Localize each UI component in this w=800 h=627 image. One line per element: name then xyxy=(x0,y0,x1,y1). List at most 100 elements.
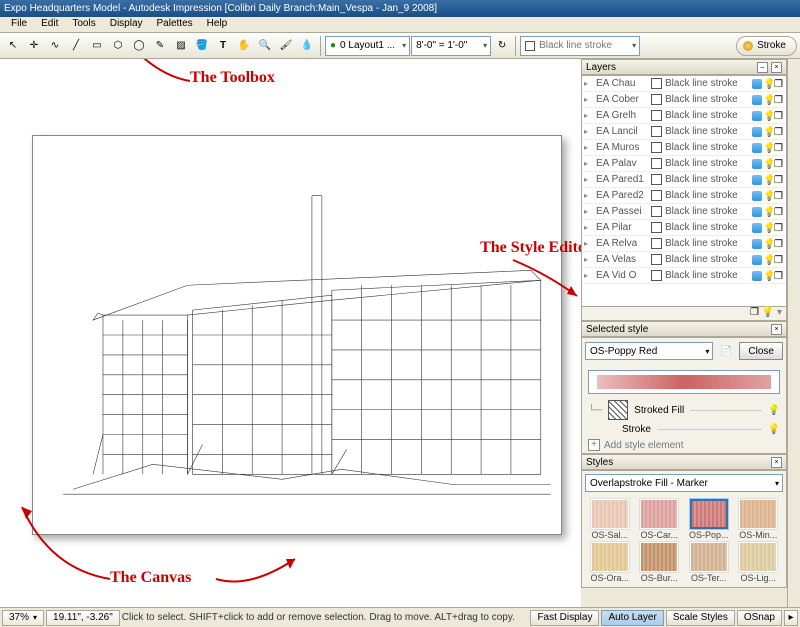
bulb-icon[interactable]: 💡 xyxy=(763,255,773,265)
paint-icon[interactable] xyxy=(752,223,762,233)
add-style-row[interactable]: + Add style element xyxy=(588,439,780,451)
stroked-fill-label[interactable]: Stroked Fill xyxy=(634,405,684,416)
swatch-cell[interactable]: OS-Sal... xyxy=(586,499,634,540)
brush-tool-icon[interactable]: 🖌 xyxy=(276,36,296,56)
layer-swatch-icon[interactable] xyxy=(651,206,662,217)
bulb-icon[interactable]: 💡 xyxy=(763,191,773,201)
hex-tool-icon[interactable]: ⬡ xyxy=(108,36,128,56)
layer-swatch-icon[interactable] xyxy=(651,94,662,105)
swatch-cell[interactable]: OS-Min... xyxy=(735,499,783,540)
scrollbar[interactable] xyxy=(787,59,800,607)
auto-layer-button[interactable]: Auto Layer xyxy=(601,610,663,626)
canvas-area[interactable]: The Toolbox The Style Editor The Canvas xyxy=(0,59,581,607)
layer-swatch-icon[interactable] xyxy=(651,238,662,249)
dup-icon[interactable]: ❐ xyxy=(774,207,784,217)
bulb-icon[interactable]: 💡 xyxy=(763,175,773,185)
dup-icon[interactable]: ❐ xyxy=(774,271,784,281)
bulb-icon[interactable]: 💡 xyxy=(763,95,773,105)
curve-tool-icon[interactable]: ∿ xyxy=(45,36,65,56)
paint-icon[interactable] xyxy=(752,143,762,153)
menu-display[interactable]: Display xyxy=(103,17,150,32)
paint-icon[interactable] xyxy=(752,95,762,105)
bulb-icon[interactable]: 💡 xyxy=(763,271,773,281)
dup-icon[interactable]: ❐ xyxy=(774,79,784,89)
fast-display-button[interactable]: Fast Display xyxy=(530,610,599,626)
dup-icon[interactable]: ❐ xyxy=(774,143,784,153)
style-name-dropdown[interactable]: OS-Poppy Red xyxy=(585,342,713,360)
menu-palettes[interactable]: Palettes xyxy=(150,17,200,32)
bulb-icon[interactable]: 💡 xyxy=(763,127,773,137)
dup-icon[interactable]: ❐ xyxy=(774,239,784,249)
layer-row[interactable]: ▸EA ChauBlack line stroke💡❐ xyxy=(582,76,786,92)
paint-icon[interactable] xyxy=(752,79,762,89)
ellipse-tool-icon[interactable]: ◯ xyxy=(129,36,149,56)
layer-row[interactable]: ▸EA PasseiBlack line stroke💡❐ xyxy=(582,204,786,220)
layer-bulb-icon[interactable]: 💡 xyxy=(762,307,774,318)
selected-style-header[interactable]: Selected style × xyxy=(581,321,787,337)
layers-header[interactable]: Layers –× xyxy=(581,59,787,75)
line-tool-icon[interactable]: ╱ xyxy=(66,36,86,56)
status-more-icon[interactable]: ▸ xyxy=(784,610,798,626)
arrow-tool-icon[interactable]: ↖ xyxy=(3,36,23,56)
layout-dropdown[interactable]: ● 0 Layout1 ... xyxy=(325,36,410,56)
bulb-icon[interactable]: 💡 xyxy=(763,239,773,249)
hand-tool-icon[interactable]: ✋ xyxy=(234,36,254,56)
paint-icon[interactable] xyxy=(752,127,762,137)
layer-row[interactable]: ▸EA VelasBlack line stroke💡❐ xyxy=(582,252,786,268)
bulb-icon[interactable]: 💡 xyxy=(763,79,773,89)
layer-swatch-icon[interactable] xyxy=(651,254,662,265)
stroke-label[interactable]: Stroke xyxy=(622,424,651,435)
scale-dropdown[interactable]: 8'-0" = 1'-0" xyxy=(411,36,491,56)
dup-icon[interactable]: ❐ xyxy=(774,191,784,201)
layer-swatch-icon[interactable] xyxy=(651,126,662,137)
layer-row[interactable]: ▸EA LancilBlack line stroke💡❐ xyxy=(582,124,786,140)
stroke-button[interactable]: Stroke xyxy=(736,36,797,56)
bulb-icon[interactable]: 💡 xyxy=(763,143,773,153)
layer-swatch-icon[interactable] xyxy=(651,142,662,153)
dup-icon[interactable]: ❐ xyxy=(774,159,784,169)
dup-icon[interactable]: ❐ xyxy=(774,127,784,137)
style-category-dropdown[interactable]: Overlapstroke Fill - Marker xyxy=(585,474,783,492)
rect-tool-icon[interactable]: ▭ xyxy=(87,36,107,56)
hatch-tool-icon[interactable]: ▨ xyxy=(171,36,191,56)
dup-icon[interactable]: ❐ xyxy=(774,111,784,121)
refresh-icon[interactable]: ↻ xyxy=(492,36,512,56)
panel-close-icon[interactable]: × xyxy=(771,324,782,335)
bulb-icon[interactable]: 💡 xyxy=(768,405,780,416)
menu-file[interactable]: File xyxy=(4,17,34,32)
panel-close-icon[interactable]: × xyxy=(771,62,782,73)
layer-row[interactable]: ▸EA PilarBlack line stroke💡❐ xyxy=(582,220,786,236)
stroke-dropdown[interactable]: Black line stroke xyxy=(520,36,640,56)
panel-close-icon[interactable]: × xyxy=(771,457,782,468)
layer-swatch-icon[interactable] xyxy=(651,222,662,233)
layer-row[interactable]: ▸EA Vid OBlack line stroke💡❐ xyxy=(582,268,786,284)
paint-icon[interactable] xyxy=(752,271,762,281)
close-button[interactable]: Close xyxy=(739,342,783,360)
layer-dup-icon[interactable]: ❐ xyxy=(750,307,759,318)
paint-icon[interactable] xyxy=(752,207,762,217)
layer-swatch-icon[interactable] xyxy=(651,158,662,169)
paint-icon[interactable] xyxy=(752,239,762,249)
layer-row[interactable]: ▸EA RelvaBlack line stroke💡❐ xyxy=(582,236,786,252)
scale-styles-button[interactable]: Scale Styles xyxy=(666,610,735,626)
zoom-tool-icon[interactable]: 🔍 xyxy=(255,36,275,56)
layer-swatch-icon[interactable] xyxy=(651,270,662,281)
swatch-cell[interactable]: OS-Ora... xyxy=(586,542,634,583)
panel-min-icon[interactable]: – xyxy=(757,62,768,73)
menu-help[interactable]: Help xyxy=(200,17,235,32)
bucket-tool-icon[interactable]: 🪣 xyxy=(192,36,212,56)
pen-tool-icon[interactable]: ✎ xyxy=(150,36,170,56)
swatch-cell[interactable]: OS-Bur... xyxy=(636,542,684,583)
zoom-well[interactable]: 37%▾ xyxy=(2,610,44,626)
layer-swatch-icon[interactable] xyxy=(651,190,662,201)
layer-row[interactable]: ▸EA Pared2Black line stroke💡❐ xyxy=(582,188,786,204)
crosshair-tool-icon[interactable]: ✛ xyxy=(24,36,44,56)
bulb-icon[interactable]: 💡 xyxy=(763,207,773,217)
paint-icon[interactable] xyxy=(752,255,762,265)
layer-row[interactable]: ▸EA CoberBlack line stroke💡❐ xyxy=(582,92,786,108)
layer-list[interactable]: ▸EA ChauBlack line stroke💡❐▸EA CoberBlac… xyxy=(581,75,787,307)
hatch-icon[interactable] xyxy=(608,400,628,420)
osnap-button[interactable]: OSnap xyxy=(737,610,782,626)
menu-tools[interactable]: Tools xyxy=(65,17,102,32)
layer-swatch-icon[interactable] xyxy=(651,174,662,185)
